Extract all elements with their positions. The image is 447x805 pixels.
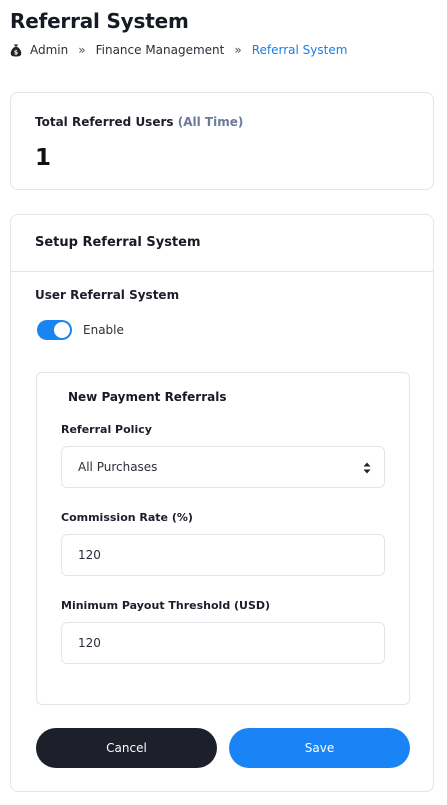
user-referral-label: User Referral System — [35, 288, 180, 302]
money-bag-icon: $ — [10, 44, 22, 56]
payout-threshold-value: 120 — [78, 636, 101, 650]
breadcrumb-item-admin[interactable]: Admin — [30, 43, 68, 57]
payout-threshold-input[interactable]: 120 — [61, 622, 385, 664]
referral-policy-select[interactable]: All Purchases — [61, 446, 385, 488]
setup-title: Setup Referral System — [35, 235, 201, 250]
new-payment-referrals-title: New Payment Referrals — [68, 390, 227, 404]
save-button[interactable]: Save — [229, 728, 410, 768]
enable-toggle[interactable] — [37, 320, 72, 340]
stats-value: 1 — [35, 145, 52, 171]
commission-rate-input[interactable]: 120 — [61, 534, 385, 576]
toggle-knob — [54, 322, 70, 338]
enable-toggle-label: Enable — [83, 323, 124, 337]
setup-card: Setup Referral System User Referral Syst… — [10, 214, 434, 792]
stats-label-suffix: (All Time) — [177, 115, 244, 129]
referral-policy-label: Referral Policy — [61, 423, 152, 436]
stats-label: Total Referred Users (All Time) — [35, 115, 243, 129]
breadcrumb: $ Admin » Finance Management » Referral … — [10, 43, 347, 57]
payout-threshold-label: Minimum Payout Threshold (USD) — [61, 599, 271, 612]
breadcrumb-item-referral: Referral System — [251, 43, 348, 57]
setup-header: Setup Referral System — [11, 215, 433, 272]
select-arrows-icon — [363, 462, 371, 474]
cancel-button[interactable]: Cancel — [36, 728, 217, 768]
svg-text:$: $ — [14, 49, 18, 56]
commission-rate-value: 120 — [78, 548, 101, 562]
breadcrumb-item-finance[interactable]: Finance Management — [96, 43, 225, 57]
breadcrumb-separator: » — [78, 43, 86, 57]
breadcrumb-separator: » — [234, 43, 242, 57]
referral-policy-value: All Purchases — [78, 460, 158, 474]
stats-card: Total Referred Users (All Time) 1 — [10, 92, 434, 190]
page-title: Referral System — [10, 9, 189, 33]
stats-label-text: Total Referred Users — [35, 115, 174, 129]
commission-rate-label: Commission Rate (%) — [61, 511, 193, 524]
